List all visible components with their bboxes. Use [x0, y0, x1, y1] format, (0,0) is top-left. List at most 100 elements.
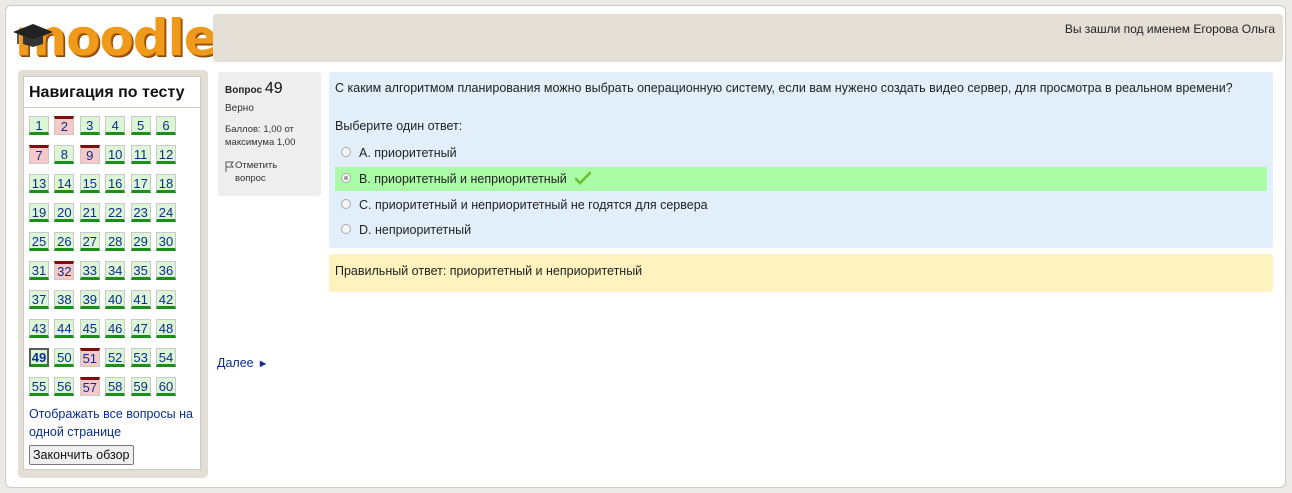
- question-nav-button-25[interactable]: 25: [29, 232, 49, 251]
- graduation-cap-icon: [13, 24, 53, 47]
- question-nav-button-33[interactable]: 33: [79, 261, 100, 280]
- question-nav-button-37[interactable]: 37: [29, 290, 49, 309]
- question-nav-button-19[interactable]: 19: [29, 203, 49, 222]
- question-nav-button-14[interactable]: 14: [54, 174, 75, 193]
- question-nav-button-39[interactable]: 39: [79, 290, 100, 309]
- question-nav-button-46[interactable]: 46: [105, 319, 126, 338]
- question-nav-button-28[interactable]: 28: [105, 232, 126, 251]
- quiz-navigation-block: Навигация по тесту 1 2 3 4 5 6 7 8 9 10 11 12 13 14 15…: [18, 70, 208, 478]
- question-nav-button-38[interactable]: 38: [54, 290, 75, 309]
- question-nav-button-30[interactable]: 30: [156, 232, 176, 251]
- quiz-navigation-title: Навигация по тесту: [29, 84, 185, 101]
- question-nav-button-34[interactable]: 34: [105, 261, 126, 280]
- question-nav-button-9[interactable]: 9: [79, 145, 100, 164]
- question-nav-button-54[interactable]: 54: [156, 348, 176, 367]
- answer-label: A. приоритетный: [359, 146, 457, 160]
- question-nav-button-21[interactable]: 21: [79, 203, 100, 222]
- answer-radio[interactable]: [341, 199, 351, 209]
- triangle-right-icon: ►: [257, 358, 269, 370]
- question-number-value: 49: [264, 80, 283, 97]
- question-nav-button-2[interactable]: 2: [54, 116, 75, 135]
- answer-option[interactable]: C. приоритетный и неприоритетный не годя…: [335, 193, 1267, 217]
- checkmark-icon: [575, 171, 591, 185]
- question-nav-button-1[interactable]: 1: [29, 116, 49, 135]
- question-nav-button-27[interactable]: 27: [79, 232, 100, 251]
- question-text: С каким алгоритмом планирования можно вы…: [335, 81, 1233, 95]
- question-nav-button-5[interactable]: 5: [130, 116, 151, 135]
- question-label: Вопрос: [225, 85, 263, 96]
- answer-radio[interactable]: [341, 147, 351, 157]
- question-nav-button-8[interactable]: 8: [54, 145, 75, 164]
- question-nav-button-35[interactable]: 35: [130, 261, 151, 280]
- divider: [24, 107, 200, 108]
- question-nav-button-52[interactable]: 52: [105, 348, 126, 367]
- question-nav-button-51[interactable]: 51: [79, 348, 100, 367]
- question-nav-button-10[interactable]: 10: [105, 145, 126, 164]
- question-nav-button-23[interactable]: 23: [130, 203, 151, 222]
- question-nav-button-59[interactable]: 59: [130, 377, 151, 396]
- question-nav-button-15[interactable]: 15: [79, 174, 100, 193]
- flag-icon: [225, 161, 234, 172]
- question-nav-button-3[interactable]: 3: [79, 116, 100, 135]
- question-nav-button-31[interactable]: 31: [29, 261, 49, 280]
- question-nav-button-55[interactable]: 55: [29, 377, 49, 396]
- answer-label: B. приоритетный и неприоритетный: [359, 172, 567, 186]
- answer-radio[interactable]: [341, 224, 351, 234]
- question-nav-button-29[interactable]: 29: [130, 232, 151, 251]
- answer-label: D. неприоритетный: [359, 223, 472, 237]
- question-nav-button-26[interactable]: 26: [54, 232, 75, 251]
- answer-prompt: Выберите один ответ:: [335, 119, 463, 133]
- question-nav-button-36[interactable]: 36: [156, 261, 176, 280]
- question-nav-button-20[interactable]: 20: [54, 203, 75, 222]
- answer-option[interactable]: D. неприоритетный: [335, 218, 1267, 242]
- question-nav-button-49[interactable]: 49: [29, 348, 49, 367]
- answer-radio[interactable]: [341, 173, 351, 183]
- question-number: Вопрос 49: [225, 80, 283, 98]
- question-nav-button-41[interactable]: 41: [130, 290, 151, 309]
- question-nav-button-60[interactable]: 60: [156, 377, 176, 396]
- logged-in-user-text: Вы зашли под именем Егорова Ольга: [1064, 22, 1275, 36]
- question-nav-button-22[interactable]: 22: [105, 203, 126, 222]
- moodle-logo[interactable]: moodle: [9, 9, 219, 68]
- show-all-questions-link[interactable]: Отображать все вопросы на одной странице: [29, 405, 201, 441]
- question-nav-button-4[interactable]: 4: [105, 116, 126, 135]
- question-nav-button-42[interactable]: 42: [156, 290, 176, 309]
- question-nav-button-44[interactable]: 44: [54, 319, 75, 338]
- quiz-navigation-panel: Навигация по тесту 1 2 3 4 5 6 7 8 9 10 11 12 13 14 15…: [23, 76, 201, 470]
- answer-label: C. приоритетный и неприоритетный не годя…: [359, 198, 708, 212]
- flag-question-label: Отметить вопрос: [235, 160, 278, 184]
- question-nav-button-17[interactable]: 17: [130, 174, 151, 193]
- question-nav-button-12[interactable]: 12: [156, 145, 176, 164]
- question-nav-button-7[interactable]: 7: [29, 145, 49, 164]
- correct-answer-feedback: Правильный ответ: приоритетный и неприор…: [329, 254, 1273, 292]
- question-nav-button-24[interactable]: 24: [156, 203, 176, 222]
- question-state: Верно: [225, 103, 254, 114]
- page-header: Вы зашли под именем Егорова Ольга: [213, 14, 1283, 62]
- question-nav-button-48[interactable]: 48: [156, 319, 176, 338]
- question-nav-button-43[interactable]: 43: [29, 319, 49, 338]
- question-nav-button-40[interactable]: 40: [105, 290, 126, 309]
- flag-question-toggle[interactable]: Отметить вопрос: [225, 159, 317, 185]
- question-content: С каким алгоритмом планирования можно вы…: [329, 72, 1273, 248]
- question-nav-button-58[interactable]: 58: [105, 377, 126, 396]
- next-page-link[interactable]: Далее ►: [217, 356, 269, 370]
- question-nav-button-18[interactable]: 18: [156, 174, 176, 193]
- question-nav-button-6[interactable]: 6: [156, 116, 176, 135]
- question-nav-button-56[interactable]: 56: [54, 377, 75, 396]
- answer-option[interactable]: B. приоритетный и неприоритетный: [335, 167, 1267, 191]
- question-info-panel: Вопрос 49 Верно Баллов: 1,00 от максимум…: [218, 72, 321, 196]
- question-nav-button-53[interactable]: 53: [130, 348, 151, 367]
- question-nav-button-32[interactable]: 32: [54, 261, 75, 280]
- question-grade: Баллов: 1,00 от максимума 1,00: [225, 124, 296, 148]
- question-nav-button-16[interactable]: 16: [105, 174, 126, 193]
- question-nav-button-57[interactable]: 57: [79, 377, 100, 396]
- question-nav-button-45[interactable]: 45: [79, 319, 100, 338]
- question-nav-button-11[interactable]: 11: [130, 145, 151, 164]
- correct-answer-text: Правильный ответ: приоритетный и неприор…: [335, 264, 643, 278]
- finish-review-button[interactable]: Закончить обзор: [29, 445, 134, 465]
- answer-option[interactable]: A. приоритетный: [335, 141, 1267, 165]
- question-nav-button-50[interactable]: 50: [54, 348, 75, 367]
- question-nav-button-47[interactable]: 47: [130, 319, 151, 338]
- question-nav-button-13[interactable]: 13: [29, 174, 49, 193]
- page-frame: moodle Вы зашли под именем Егорова Ольга…: [5, 5, 1286, 488]
